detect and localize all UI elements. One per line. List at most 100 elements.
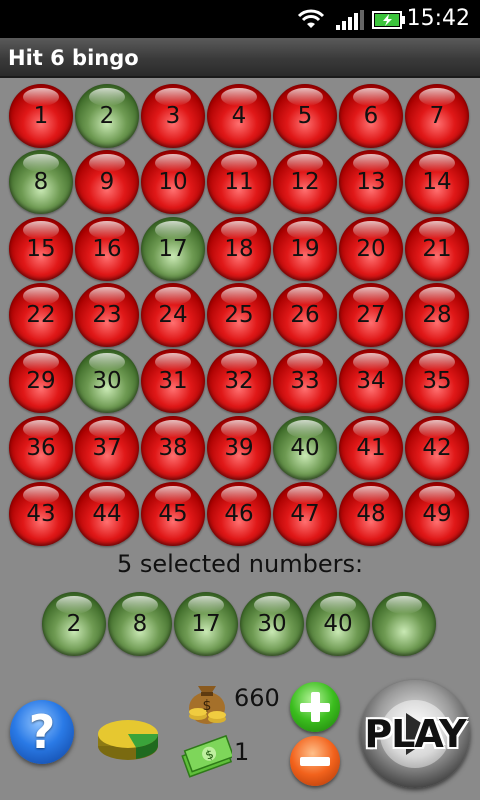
selected-slot-label: 40 — [323, 611, 353, 637]
play-button[interactable]: PLAY — [360, 680, 470, 788]
number-ball-30[interactable]: 30 — [75, 349, 139, 414]
number-ball-33[interactable]: 33 — [273, 349, 337, 414]
stats-pie-icon[interactable] — [96, 704, 160, 764]
number-ball-label: 28 — [422, 301, 452, 328]
number-ball-37[interactable]: 37 — [75, 415, 139, 480]
number-ball-label: 23 — [92, 301, 122, 328]
selected-count-label: 5 selected numbers: — [116, 550, 364, 578]
number-ball-label: 3 — [165, 103, 181, 129]
number-ball-1[interactable]: 1 — [9, 84, 73, 148]
number-ball-16[interactable]: 16 — [75, 216, 139, 281]
number-ball-label: 35 — [422, 368, 452, 395]
number-ball-8[interactable]: 8 — [9, 150, 73, 215]
number-ball-label: 42 — [422, 434, 452, 461]
number-ball-label: 34 — [356, 368, 386, 395]
selected-slot-1[interactable]: 2 — [42, 592, 106, 656]
wifi-icon — [297, 9, 325, 28]
number-ball-label: 15 — [26, 235, 56, 262]
number-ball-7[interactable]: 7 — [405, 84, 469, 148]
number-ball-label: 6 — [363, 103, 379, 129]
number-ball-23[interactable]: 23 — [75, 282, 139, 347]
number-ball-44[interactable]: 44 — [75, 481, 139, 546]
number-ball-label: 22 — [26, 301, 56, 328]
number-ball-29[interactable]: 29 — [9, 349, 73, 414]
number-ball-27[interactable]: 27 — [339, 282, 403, 347]
selected-slot-label: 8 — [132, 611, 148, 637]
number-ball-21[interactable]: 21 — [405, 216, 469, 281]
number-ball-9[interactable]: 9 — [75, 150, 139, 215]
number-ball-15[interactable]: 15 — [9, 216, 73, 281]
selected-slot-label: 17 — [191, 611, 221, 637]
number-ball-label: 29 — [26, 368, 56, 395]
number-ball-25[interactable]: 25 — [207, 282, 271, 347]
bet-amount: 1 — [234, 738, 250, 766]
number-ball-label: 30 — [92, 368, 122, 395]
number-ball-label: 26 — [290, 301, 320, 328]
number-ball-2[interactable]: 2 — [75, 84, 139, 148]
selected-slot-2[interactable]: 8 — [108, 592, 172, 656]
number-ball-46[interactable]: 46 — [207, 481, 271, 546]
increase-bet-button[interactable] — [290, 682, 340, 732]
svg-text:$: $ — [203, 698, 212, 714]
number-ball-label: 12 — [290, 169, 320, 196]
number-ball-48[interactable]: 48 — [339, 481, 403, 546]
number-ball-3[interactable]: 3 — [141, 84, 205, 148]
number-ball-label: 25 — [224, 301, 254, 328]
number-ball-47[interactable]: 47 — [273, 481, 337, 546]
number-ball-34[interactable]: 34 — [339, 349, 403, 414]
number-ball-label: 43 — [26, 500, 56, 527]
number-ball-5[interactable]: 5 — [273, 84, 337, 148]
selected-slot-5[interactable]: 40 — [306, 592, 370, 656]
number-ball-28[interactable]: 28 — [405, 282, 469, 347]
number-ball-label: 21 — [422, 235, 452, 262]
number-ball-32[interactable]: 32 — [207, 349, 271, 414]
cash-icon: $ — [181, 734, 232, 778]
signal-icon — [336, 10, 364, 30]
minus-icon — [300, 746, 330, 776]
decrease-bet-button[interactable] — [290, 736, 340, 786]
number-ball-20[interactable]: 20 — [339, 216, 403, 281]
number-ball-label: 41 — [356, 434, 386, 461]
number-ball-31[interactable]: 31 — [141, 349, 205, 414]
status-time: 15:42 — [406, 6, 470, 31]
number-ball-42[interactable]: 42 — [405, 415, 469, 480]
number-ball-label: 46 — [224, 500, 254, 527]
number-ball-label: 33 — [290, 368, 320, 395]
number-ball-40[interactable]: 40 — [273, 415, 337, 480]
number-ball-6[interactable]: 6 — [339, 84, 403, 148]
number-ball-12[interactable]: 12 — [273, 150, 337, 215]
number-ball-18[interactable]: 18 — [207, 216, 271, 281]
app-title: Hit 6 bingo — [8, 46, 139, 70]
number-ball-35[interactable]: 35 — [405, 349, 469, 414]
selected-slot-4[interactable]: 30 — [240, 592, 304, 656]
number-ball-14[interactable]: 14 — [405, 150, 469, 215]
number-ball-10[interactable]: 10 — [141, 150, 205, 215]
number-ball-4[interactable]: 4 — [207, 84, 271, 148]
status-bar: 15:42 — [0, 0, 480, 38]
number-ball-39[interactable]: 39 — [207, 415, 271, 480]
selected-slot-3[interactable]: 17 — [174, 592, 238, 656]
number-ball-label: 1 — [33, 103, 49, 129]
number-ball-13[interactable]: 13 — [339, 150, 403, 215]
number-ball-45[interactable]: 45 — [141, 481, 205, 546]
selected-slot-6[interactable] — [372, 592, 436, 656]
number-ball-49[interactable]: 49 — [405, 481, 469, 546]
number-ball-label: 7 — [429, 103, 445, 129]
number-ball-24[interactable]: 24 — [141, 282, 205, 347]
number-ball-label: 48 — [356, 500, 386, 527]
number-ball-36[interactable]: 36 — [9, 415, 73, 480]
number-ball-label: 49 — [422, 500, 452, 527]
number-ball-22[interactable]: 22 — [9, 282, 73, 347]
help-button[interactable]: ? — [10, 700, 74, 764]
number-ball-26[interactable]: 26 — [273, 282, 337, 347]
number-ball-19[interactable]: 19 — [273, 216, 337, 281]
number-grid: 1 2 3 4 5 6 7 8 9 10 11 12 13 14 15 16 17 18 19 20 21 22 23 24 2… — [9, 84, 471, 548]
selected-slot-label: 30 — [257, 611, 287, 637]
number-ball-43[interactable]: 43 — [9, 481, 73, 546]
number-ball-41[interactable]: 41 — [339, 415, 403, 480]
number-ball-11[interactable]: 11 — [207, 150, 271, 215]
number-ball-17[interactable]: 17 — [141, 216, 205, 281]
plus-icon — [300, 692, 330, 722]
number-ball-label: 9 — [99, 169, 115, 196]
number-ball-38[interactable]: 38 — [141, 415, 205, 480]
